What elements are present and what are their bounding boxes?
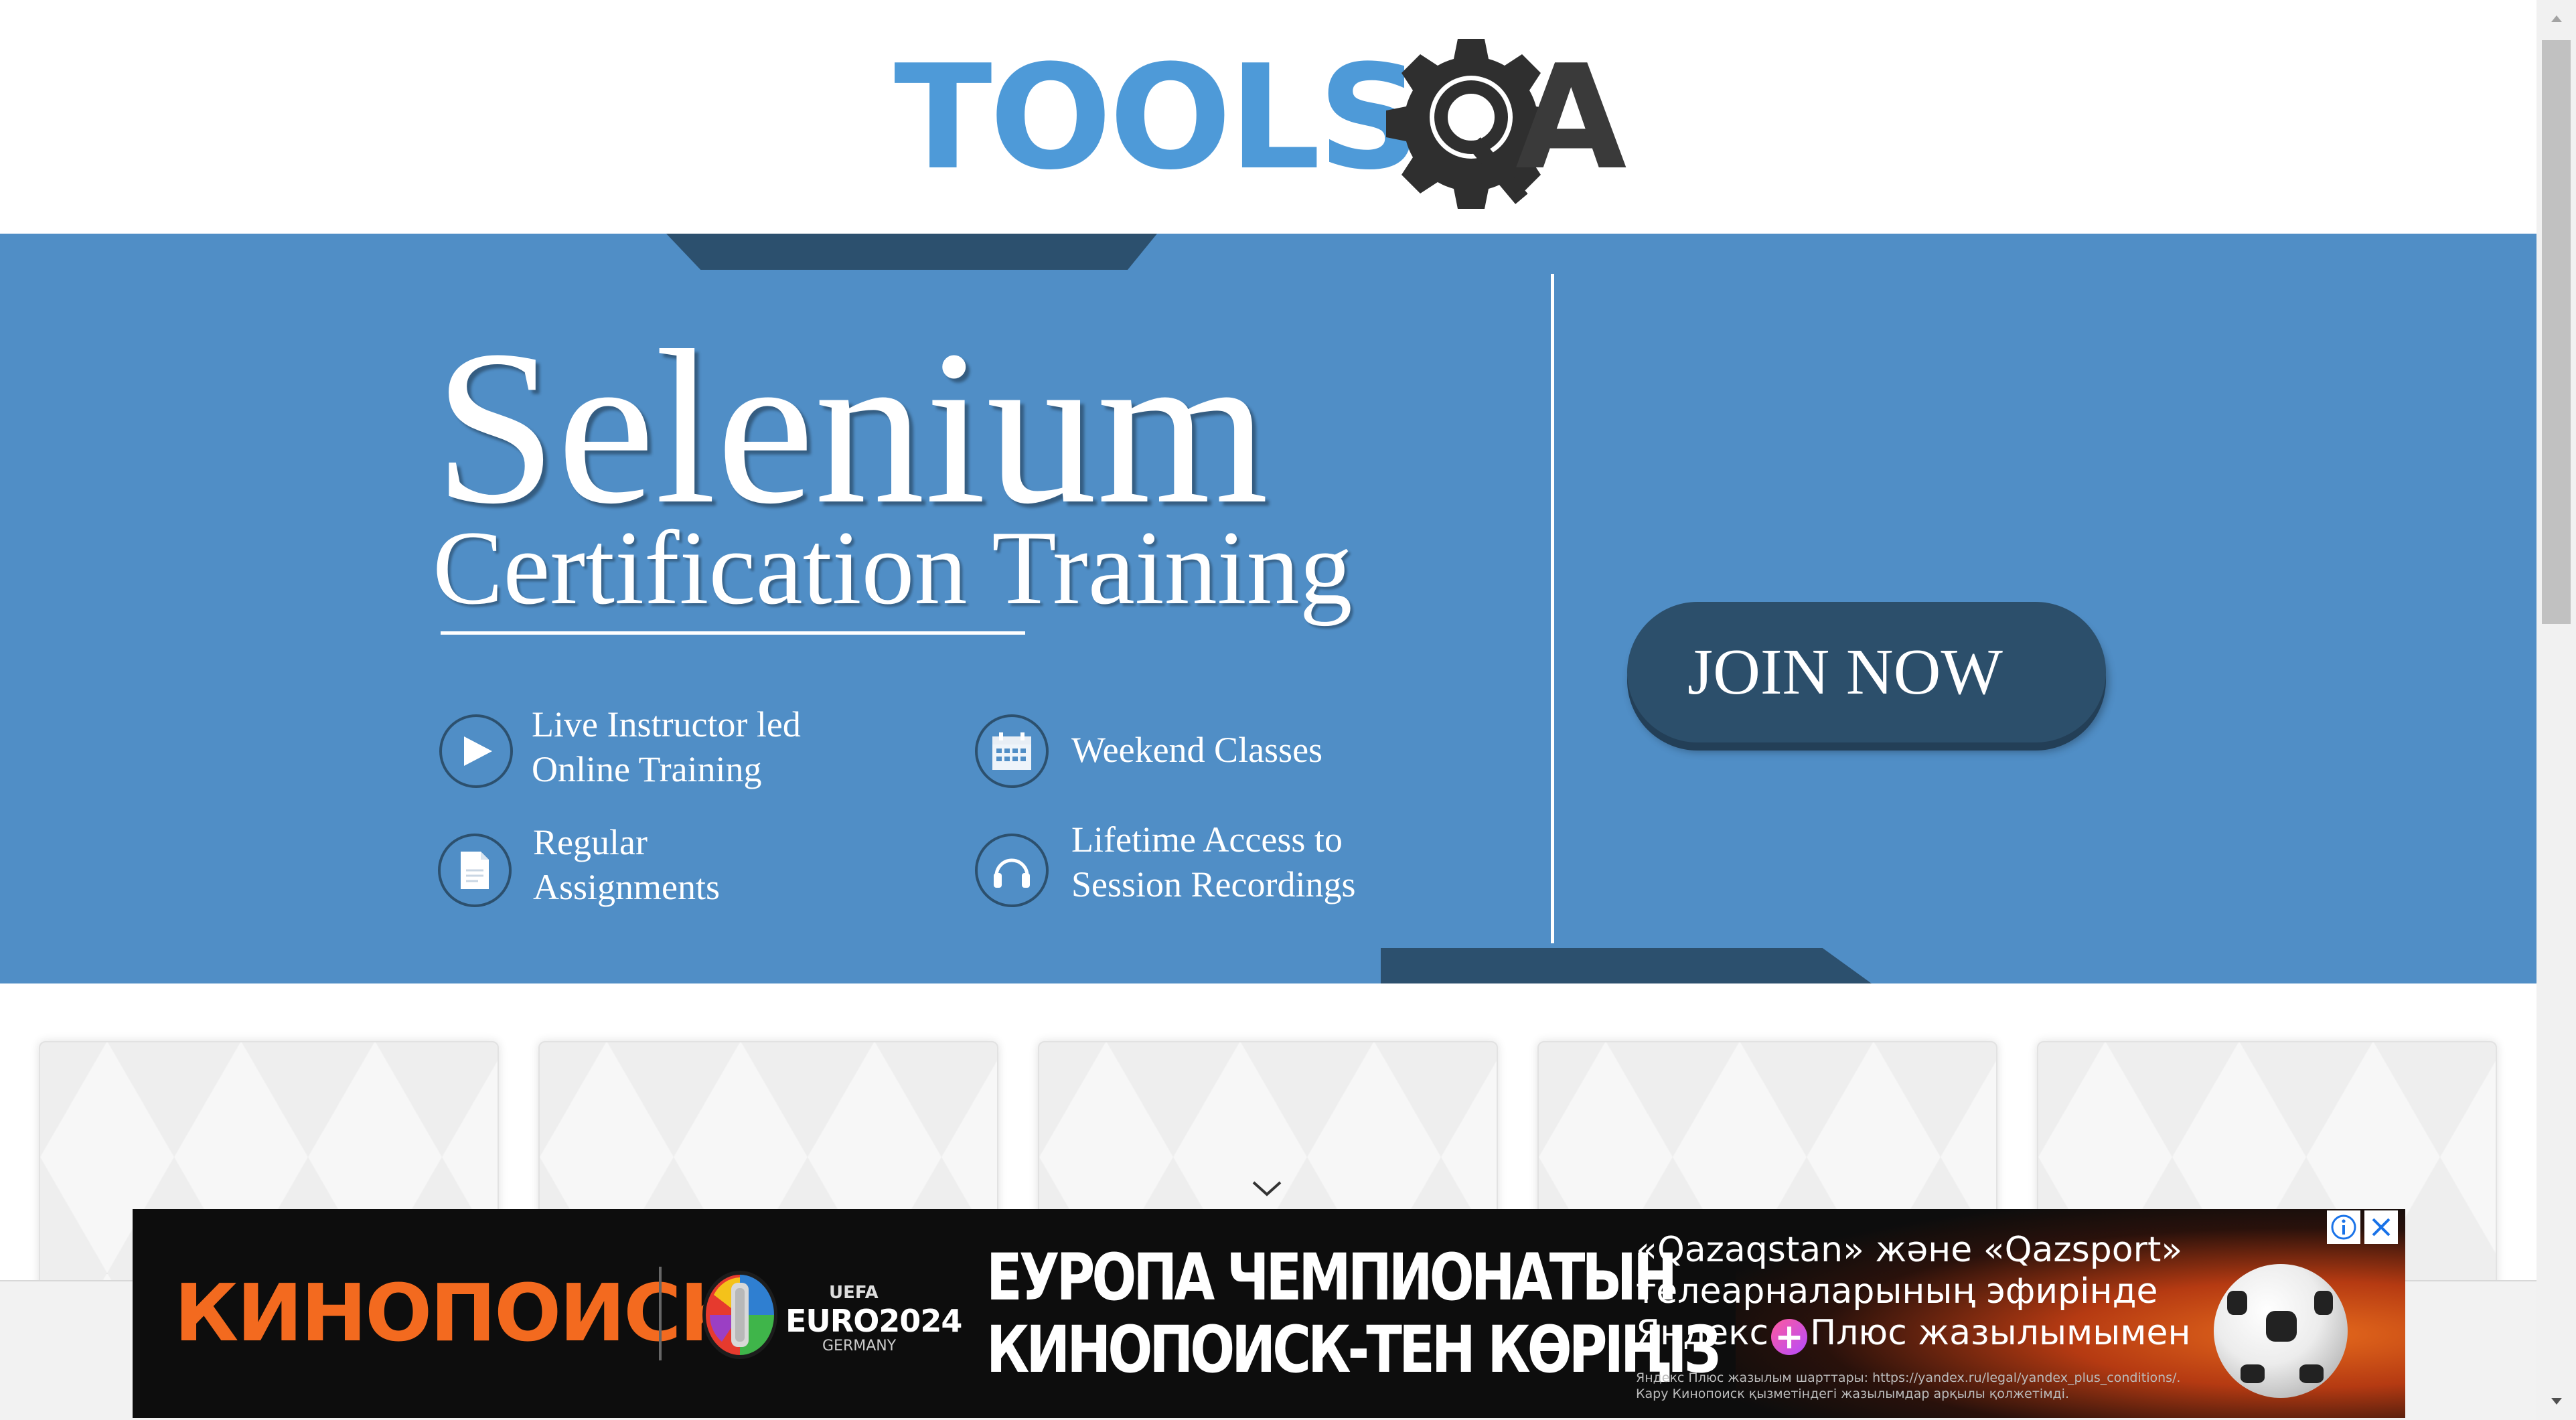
close-icon[interactable] [2364, 1210, 2398, 1244]
ad-copy-line: телеарналарының эфирінде [1636, 1271, 2158, 1312]
hero-banner[interactable]: Selenium Certification Training Live Ins… [0, 234, 2536, 983]
ad-copy-line: Яндекс + Плюс жазылымымен [1636, 1312, 2191, 1355]
ball-patch [2314, 1291, 2333, 1315]
site-logo[interactable]: TOOLS A [894, 33, 1651, 214]
ad-fine-line: Яндекс Плюс жазылым шарттары: https://ya… [1636, 1370, 2181, 1385]
banner-subtitle: Certification Training [433, 509, 1353, 627]
ad-fine-line: Кару Кинопоиск қызметіндегі жазылымдар а… [1636, 1387, 2069, 1401]
chevron-down-icon[interactable] [1251, 1180, 1283, 1198]
calendar-icon [975, 714, 1049, 788]
ad-separator [659, 1267, 662, 1360]
ad-uefa-label: UEFA [829, 1283, 879, 1303]
document-icon [438, 834, 512, 907]
plus-icon: + [1771, 1319, 1808, 1355]
banner-underline [441, 631, 1025, 635]
ad-headline: ЕУРОПА ЧЕМПИОНАТЫН КИНОПОИСК-ТЕН КӨРІҢІЗ [986, 1240, 1722, 1387]
scrollbar-thumb[interactable] [2542, 40, 2571, 624]
ad-copy-line: «Qazaqstan» және «Qazsport» [1636, 1230, 2183, 1270]
headphones-icon [975, 834, 1049, 907]
ball-patch [2241, 1364, 2265, 1383]
banner-top-accent [666, 234, 1157, 270]
scroll-up-arrow-icon[interactable] [2536, 0, 2576, 37]
ball-patch [2266, 1311, 2297, 1342]
feature-line: Regular [533, 822, 648, 862]
feature-line: Live Instructor led [532, 704, 801, 744]
ad-euro-label: EURO2024 [785, 1303, 962, 1339]
feature-line: Session Recordings [1071, 864, 1356, 904]
ad-copy: «Qazaqstan» және «Qazsport» телеарналары… [1636, 1229, 2191, 1355]
join-now-button[interactable]: JOIN NOW [1627, 602, 2106, 742]
ball-patch [2299, 1364, 2324, 1383]
ad-brand-logo: КИНОПОИСК [174, 1267, 744, 1359]
feature-line: Online Training [532, 749, 762, 789]
ad-fine-print: Яндекс Плюс жазылым шарттары: https://ya… [1636, 1370, 2180, 1402]
banner-divider [1551, 274, 1554, 943]
ad-headline-line: ЕУРОПА ЧЕМПИОНАТЫН [986, 1240, 1677, 1315]
feature-line: Lifetime Access to [1071, 819, 1343, 860]
ad-euro-sublabel: GERMANY [822, 1338, 897, 1354]
play-icon [439, 714, 513, 788]
page: TOOLS A Selenium Certification Training [0, 0, 2536, 1420]
feature-text: Weekend Classes [1071, 728, 1322, 773]
scroll-down-arrow-icon[interactable] [2536, 1383, 2576, 1420]
feature-line: Assignments [533, 867, 721, 907]
ad-copy-plus-text: Плюс жазылымымен [1810, 1313, 2191, 1353]
feature-line: Weekend Classes [1071, 730, 1323, 770]
advertisement-banner[interactable]: КИНОПОИСК UEFA EURO2024 GERMANY ЕУРОПА Ч… [133, 1209, 2405, 1418]
feature-text: Live Instructor led Online Training [532, 702, 801, 792]
ad-headline-line: КИНОПОИСК-ТЕН КӨРІҢІЗ [986, 1312, 1722, 1387]
site-header: TOOLS A [0, 0, 2536, 234]
feature-text: Regular Assignments [533, 820, 720, 910]
euro-trophy-icon [702, 1271, 777, 1359]
logo-text-tools: TOOLS [894, 33, 1422, 202]
info-icon[interactable] [2327, 1210, 2360, 1244]
soccer-ball-image [2214, 1264, 2348, 1398]
vertical-scrollbar[interactable] [2536, 0, 2576, 1420]
feature-text: Lifetime Access to Session Recordings [1071, 817, 1356, 907]
logo-text-a: A [1515, 33, 1627, 202]
banner-bottom-accent [1381, 948, 1872, 983]
ball-patch [2227, 1291, 2247, 1315]
ad-copy-yandex: Яндекс [1636, 1313, 1769, 1353]
